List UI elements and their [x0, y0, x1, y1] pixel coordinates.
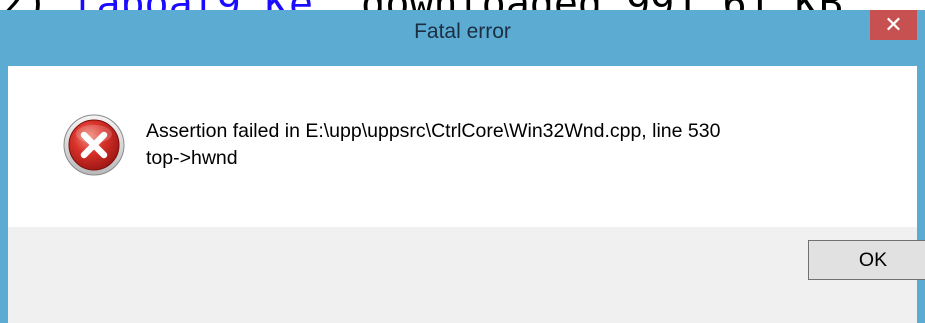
close-button[interactable]: ✕: [870, 10, 917, 40]
ok-button[interactable]: OK: [808, 240, 925, 280]
error-message-line-1: Assertion failed in E:\upp\uppsrc\CtrlCo…: [146, 120, 721, 142]
dialog-titlebar[interactable]: Fatal error: [0, 10, 925, 66]
dialog-frame-left: [0, 10, 8, 323]
close-icon: ✕: [884, 12, 903, 38]
dialog-title: Fatal error: [414, 20, 511, 43]
ok-button-label: OK: [858, 248, 888, 271]
error-icon: [63, 114, 125, 176]
fatal-error-dialog: Fatal error ✕ Assertion failed in E:\upp…: [0, 10, 925, 323]
dialog-content: Assertion failed in E:\upp\uppsrc\CtrlCo…: [8, 66, 917, 227]
dialog-footer: [8, 227, 917, 323]
error-message: Assertion failed in E:\upp\uppsrc\CtrlCo…: [146, 118, 720, 172]
error-message-line-2: top->hwnd: [146, 147, 238, 169]
